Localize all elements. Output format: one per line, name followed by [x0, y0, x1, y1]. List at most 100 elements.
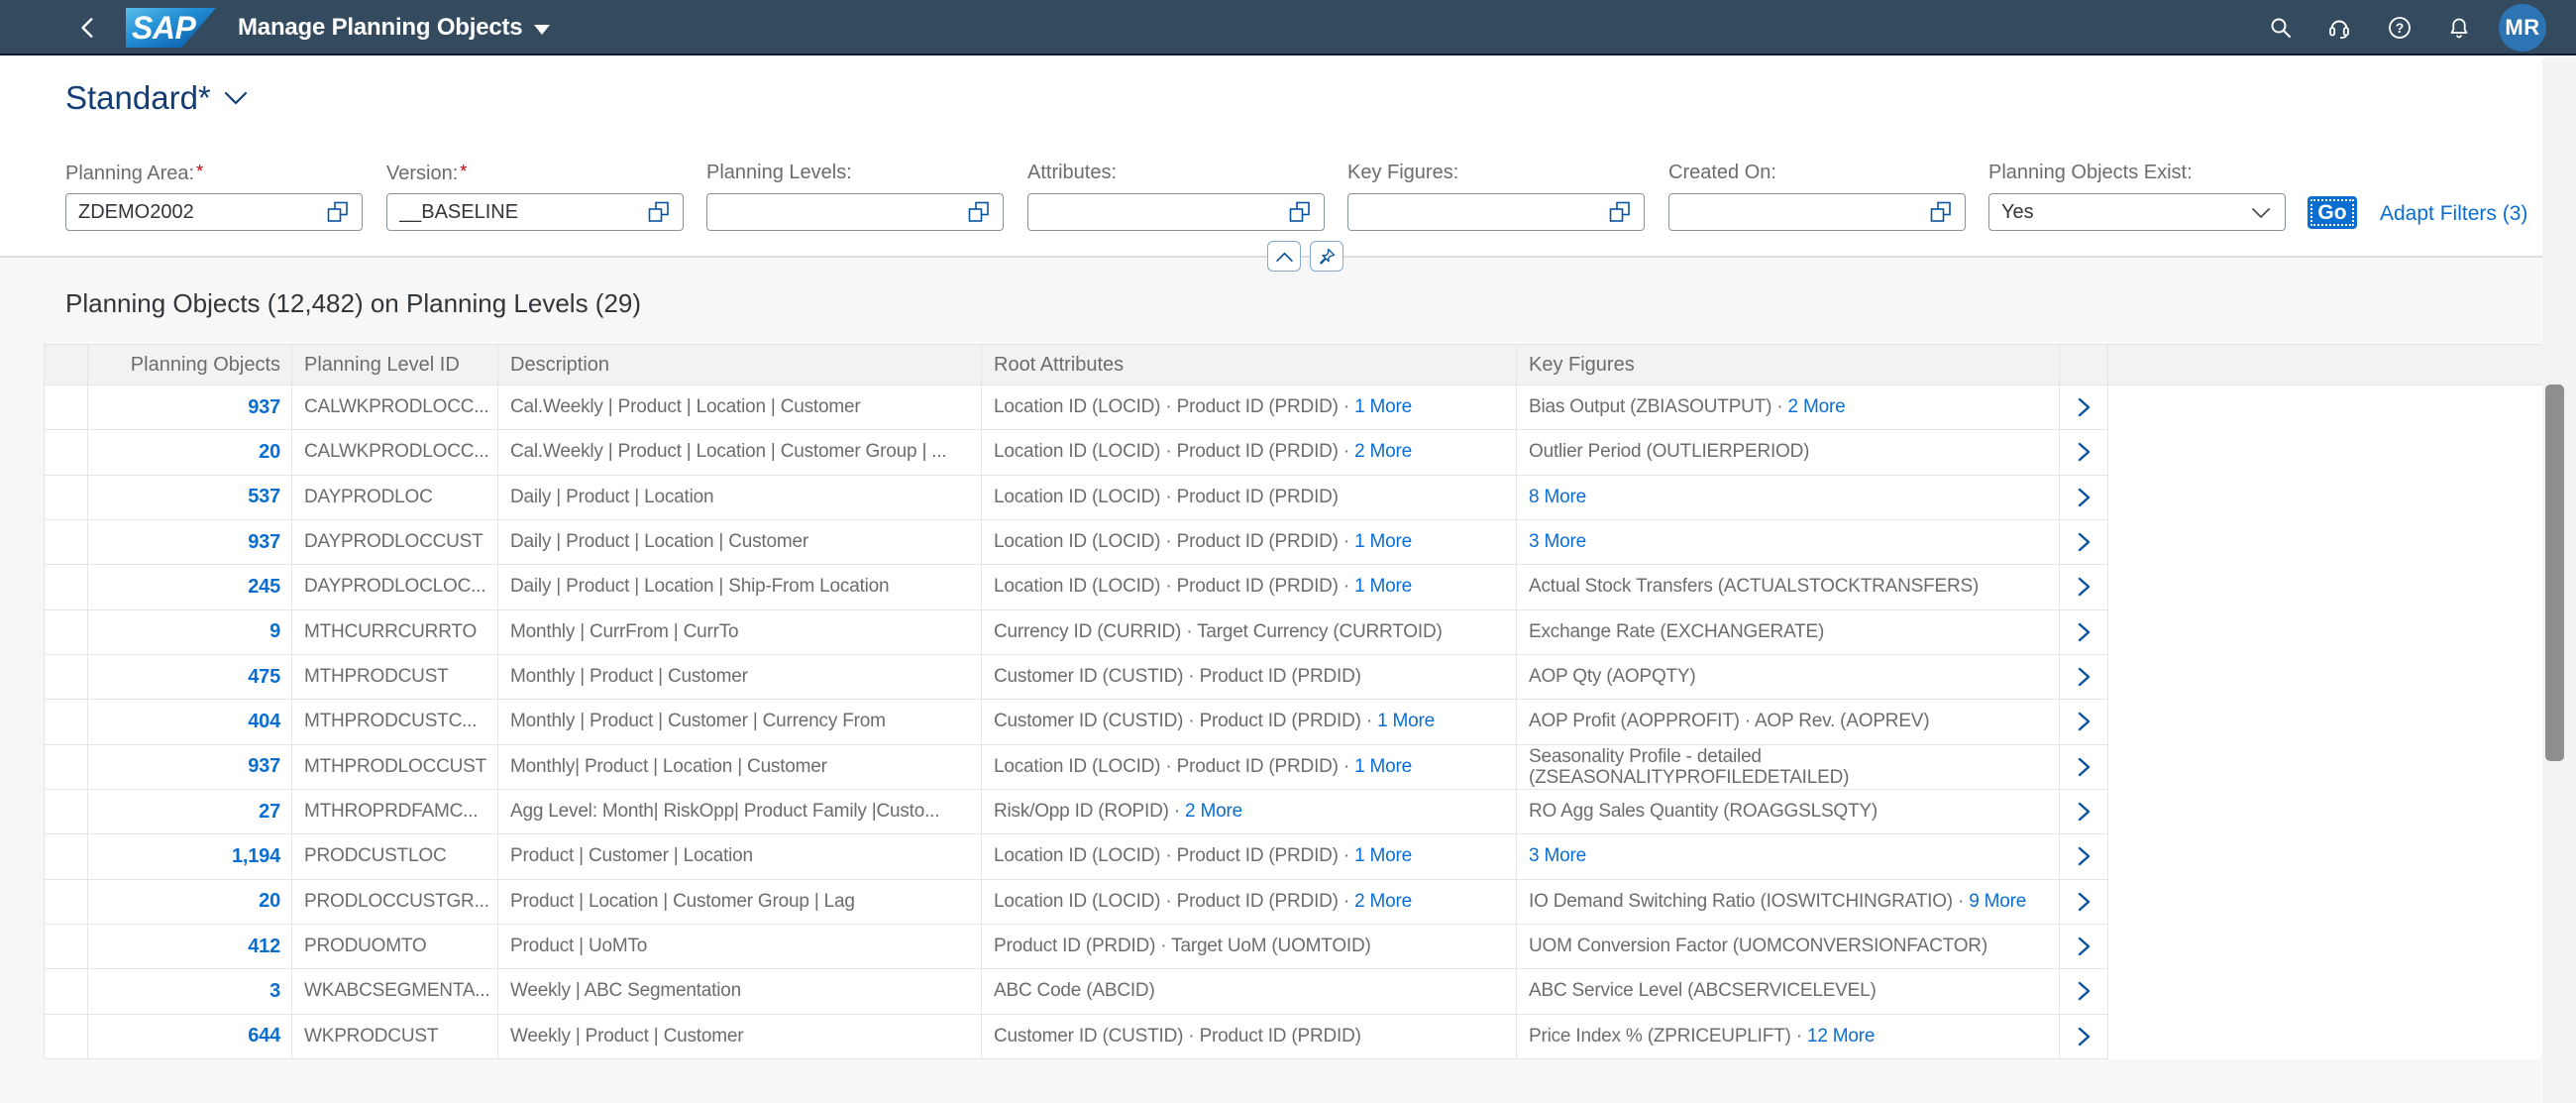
sap-logo[interactable]: SAP — [126, 8, 216, 48]
row-navigation-button[interactable] — [2060, 386, 2108, 431]
row-select-cell[interactable] — [45, 879, 88, 925]
planning-objects-count-link[interactable]: 20 — [259, 890, 280, 913]
value-help-icon[interactable] — [327, 201, 349, 223]
planning-level-id-cell: MTHROPRDFAMC... — [292, 789, 498, 835]
variant-selector[interactable]: Standard* — [65, 79, 248, 117]
header-planning-level-id[interactable]: Planning Level ID — [292, 345, 498, 386]
row-select-cell[interactable] — [45, 475, 88, 520]
row-filler-cell — [2108, 1015, 2542, 1059]
back-button[interactable] — [75, 0, 101, 55]
row-select-cell[interactable] — [45, 609, 88, 655]
planning-objects-count-link[interactable]: 937 — [248, 396, 280, 419]
row-select-cell[interactable] — [45, 744, 88, 790]
row-select-cell[interactable] — [45, 430, 88, 476]
key-figures-more-link[interactable]: 8 More — [1529, 487, 1586, 508]
chevron-right-icon — [2078, 847, 2091, 866]
row-navigation-button[interactable] — [2060, 789, 2108, 835]
row-select-cell[interactable] — [45, 834, 88, 880]
value-help-icon[interactable] — [1289, 201, 1311, 223]
created-on-input[interactable] — [1668, 193, 1966, 231]
header-root-attributes[interactable]: Root Attributes — [982, 345, 1517, 386]
row-navigation-button[interactable] — [2060, 879, 2108, 925]
planning-objects-exist-select[interactable]: Yes — [1988, 193, 2286, 231]
row-select-cell[interactable] — [45, 700, 88, 745]
collapse-filter-bar-button[interactable] — [1267, 241, 1301, 272]
vertical-scrollbar[interactable] — [2542, 57, 2576, 1103]
planning-objects-count-link[interactable]: 27 — [259, 801, 280, 824]
key-figures-more-link[interactable]: 3 More — [1529, 845, 1586, 867]
root-attributes-more-link[interactable]: 1 More — [1354, 531, 1412, 553]
scrollbar-thumb[interactable] — [2545, 385, 2564, 761]
row-navigation-button[interactable] — [2060, 430, 2108, 476]
row-select-cell[interactable] — [45, 924, 88, 970]
row-select-cell[interactable] — [45, 386, 88, 431]
help-icon[interactable]: ? — [2388, 16, 2412, 40]
header-key-figures[interactable]: Key Figures — [1517, 345, 2060, 386]
row-select-cell[interactable] — [45, 519, 88, 566]
row-navigation-button[interactable] — [2060, 744, 2108, 790]
row-navigation-button[interactable] — [2060, 654, 2108, 701]
planning-objects-count-link[interactable]: 245 — [248, 576, 280, 599]
row-navigation-button[interactable] — [2060, 924, 2108, 970]
row-navigation-button[interactable] — [2060, 475, 2108, 520]
planning-objects-count-link[interactable]: 937 — [248, 755, 280, 778]
planning-objects-count-link[interactable]: 3 — [269, 980, 280, 1003]
key-figures-more-link[interactable]: 12 More — [1807, 1026, 1876, 1048]
row-navigation-button[interactable] — [2060, 519, 2108, 566]
row-navigation-button[interactable] — [2060, 700, 2108, 745]
pin-filter-bar-button[interactable] — [1310, 241, 1343, 272]
planning-objects-count-link[interactable]: 644 — [248, 1025, 280, 1048]
planning-level-id-cell: DAYPRODLOCLOC... — [292, 565, 498, 610]
value-help-icon[interactable] — [1609, 201, 1631, 223]
row-navigation-button[interactable] — [2060, 834, 2108, 880]
planning-objects-count-link[interactable]: 475 — [248, 666, 280, 689]
planning-objects-count-link[interactable]: 9 — [269, 620, 280, 643]
root-attributes-more-link[interactable]: 1 More — [1377, 711, 1435, 732]
key-figures-more-link[interactable]: 3 More — [1529, 531, 1586, 553]
attributes-input[interactable] — [1027, 193, 1325, 231]
header-planning-objects[interactable]: Planning Objects — [88, 345, 292, 386]
planning-objects-count-link[interactable]: 404 — [248, 711, 280, 733]
row-select-cell[interactable] — [45, 1014, 88, 1059]
key-figures-more-link[interactable]: 9 More — [1969, 891, 2026, 913]
table-row: 937 CALWKPRODLOCC... Cal.Weekly | Product … — [45, 386, 2542, 431]
root-attributes-more-link[interactable]: 1 More — [1354, 845, 1412, 867]
value-help-icon[interactable] — [648, 201, 670, 223]
row-select-cell[interactable] — [45, 969, 88, 1015]
root-attributes-more-link[interactable]: 2 More — [1354, 441, 1412, 463]
version-input[interactable] — [386, 193, 684, 231]
key-figures-input[interactable] — [1347, 193, 1645, 231]
app-title-menu[interactable]: Manage Planning Objects — [238, 0, 551, 55]
root-attributes-more-link[interactable]: 1 More — [1354, 756, 1412, 778]
root-attributes-more-link[interactable]: 1 More — [1354, 396, 1412, 418]
support-headset-icon[interactable] — [2327, 16, 2351, 40]
row-select-cell[interactable] — [45, 654, 88, 701]
planning-objects-count-link[interactable]: 1,194 — [232, 845, 280, 868]
row-navigation-button[interactable] — [2060, 1014, 2108, 1059]
row-select-cell[interactable] — [45, 565, 88, 610]
value-help-icon[interactable] — [1930, 201, 1952, 223]
planning-objects-count-link[interactable]: 937 — [248, 531, 280, 554]
search-icon[interactable] — [2269, 16, 2293, 40]
row-navigation-button[interactable] — [2060, 969, 2108, 1015]
planning-objects-count-link[interactable]: 412 — [248, 936, 280, 958]
planning-levels-input[interactable] — [706, 193, 1004, 231]
root-attributes-more-link[interactable]: 2 More — [1354, 891, 1412, 913]
row-navigation-button[interactable] — [2060, 565, 2108, 610]
value-help-icon[interactable] — [968, 201, 990, 223]
root-attributes-more-link[interactable]: 1 More — [1354, 576, 1412, 598]
row-select-cell[interactable] — [45, 789, 88, 835]
select-chevron-down-icon — [2252, 208, 2270, 218]
user-avatar[interactable]: MR — [2499, 4, 2546, 52]
planning-objects-count-link[interactable]: 20 — [259, 441, 280, 464]
planning-area-input[interactable] — [65, 193, 363, 231]
header-description[interactable]: Description — [498, 345, 982, 386]
go-button[interactable]: Go — [2308, 196, 2357, 229]
planning-objects-count-link[interactable]: 537 — [248, 486, 280, 508]
filter-label-planning-levels: Planning Levels: — [706, 162, 852, 183]
key-figures-more-link[interactable]: 2 More — [1788, 396, 1846, 418]
adapt-filters-link[interactable]: Adapt Filters (3) — [2380, 202, 2527, 226]
root-attributes-more-link[interactable]: 2 More — [1185, 801, 1242, 823]
notifications-bell-icon[interactable] — [2447, 16, 2471, 40]
row-navigation-button[interactable] — [2060, 609, 2108, 655]
